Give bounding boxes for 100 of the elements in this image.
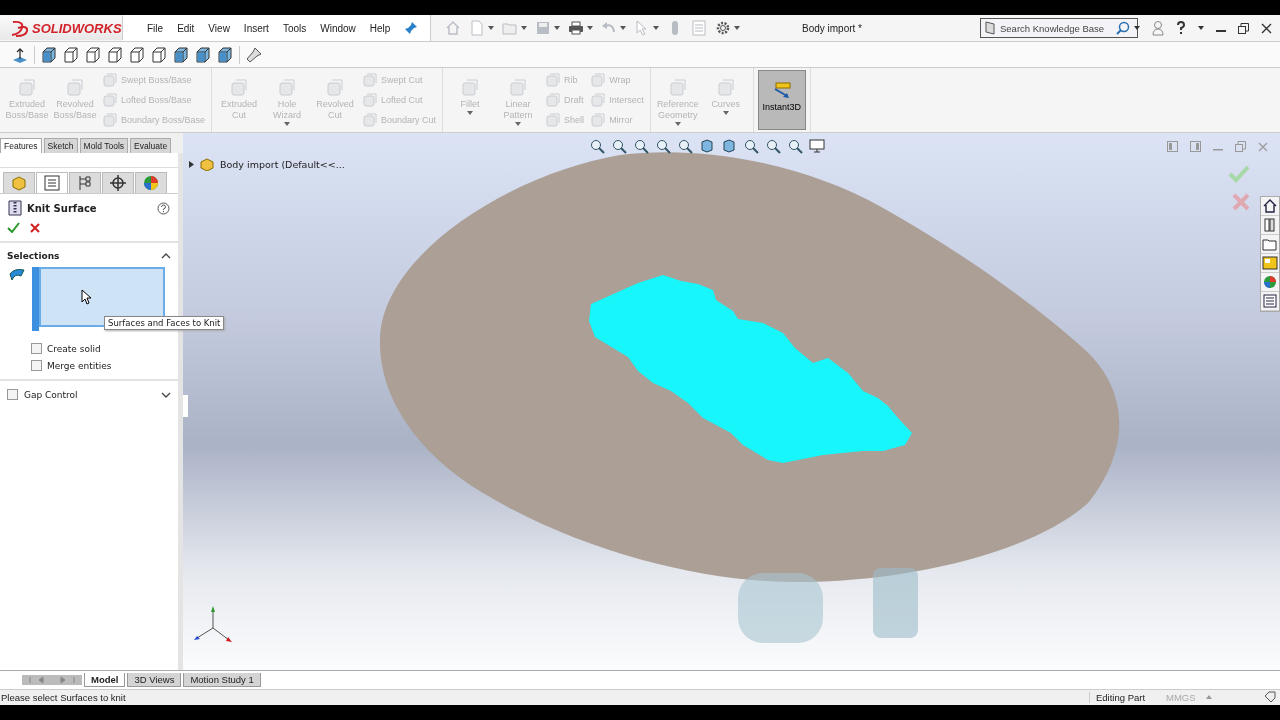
caret-icon[interactable] [1198, 26, 1204, 30]
ribbon-button[interactable]: Instant3D [757, 70, 806, 130]
feature-icon [17, 78, 37, 98]
feature-icon [715, 78, 736, 98]
checkbox[interactable] [7, 389, 18, 400]
menu-item[interactable]: Edit [177, 22, 195, 34]
feature-icon [590, 112, 607, 128]
section-title: Gap Control [24, 389, 79, 400]
user-icon[interactable] [1152, 20, 1164, 36]
print-icon[interactable] [568, 20, 585, 36]
home-icon [1262, 198, 1278, 214]
panel-tab[interactable] [69, 172, 101, 193]
flashlight-icon[interactable] [246, 46, 262, 63]
menu-item[interactable]: Help [369, 22, 391, 34]
crosshair-icon [109, 174, 127, 192]
cube-icon[interactable] [41, 46, 57, 63]
cube-icon[interactable] [151, 46, 167, 63]
window-title: Body import * [801, 22, 862, 34]
status-mode: Editing Part [1089, 691, 1162, 703]
menu-item[interactable]: Insert [243, 22, 269, 34]
feature-icon [362, 72, 379, 88]
feature-icon [545, 72, 562, 88]
feature-icon [362, 112, 379, 128]
help-icon[interactable] [157, 201, 170, 215]
caret-icon[interactable] [488, 26, 495, 30]
collapse-icon[interactable] [161, 253, 171, 259]
caret-icon[interactable] [587, 26, 594, 30]
feature-icon [590, 72, 607, 88]
caret-icon[interactable] [620, 26, 627, 30]
tag-icon[interactable] [1264, 691, 1276, 703]
caret-icon[interactable] [1134, 26, 1140, 30]
checkbox[interactable] [31, 343, 42, 354]
feature-icon [102, 92, 118, 108]
feature-icon [229, 78, 250, 98]
tile-left-icon[interactable] [1167, 141, 1178, 152]
help-icon[interactable] [1176, 21, 1186, 35]
caret-icon[interactable] [734, 26, 741, 30]
surface-icon [9, 267, 25, 281]
task-pane-tab[interactable] [1261, 197, 1279, 216]
close-icon[interactable] [1261, 22, 1272, 34]
units-label[interactable]: MMGS [1162, 691, 1206, 703]
tab[interactable]: 3D Views [127, 673, 182, 687]
selection-list[interactable] [39, 267, 165, 327]
gear-icon[interactable] [715, 20, 732, 36]
checkbox[interactable] [31, 360, 42, 371]
zoom-fit-icon[interactable] [589, 138, 605, 154]
cancel-icon[interactable] [30, 222, 40, 233]
feature-icon [508, 78, 529, 98]
caret-icon[interactable] [554, 26, 561, 30]
cube-icon[interactable] [85, 46, 101, 63]
section-title: Selections [7, 251, 60, 261]
tab[interactable]: Sketch [43, 138, 78, 153]
cube-icon[interactable] [195, 46, 211, 63]
feature-icon [277, 78, 298, 98]
panel-tab[interactable] [102, 172, 134, 193]
tab[interactable]: Model [84, 673, 126, 687]
property-list-icon [43, 174, 61, 192]
ok-icon[interactable] [7, 222, 20, 233]
menu-item[interactable]: View [208, 22, 230, 34]
ds-logo-icon [10, 19, 30, 37]
tree-item[interactable]: Body import (Default<<... [220, 158, 345, 170]
search-field[interactable]: Search Knowledge Base [980, 18, 1138, 38]
search-input[interactable]: Search Knowledge Base [1000, 22, 1112, 34]
search-icon[interactable] [1116, 21, 1130, 35]
cube-icon[interactable] [173, 46, 189, 63]
pin-icon[interactable] [404, 21, 419, 35]
menu-item[interactable]: File [147, 22, 164, 34]
appearance-icon [142, 174, 160, 192]
tab[interactable]: Features [0, 138, 42, 153]
checkbox-label: Create solid [47, 343, 101, 354]
caret-icon[interactable] [521, 26, 528, 30]
feature-icon [460, 78, 481, 98]
panel-title: Knit Surface [27, 202, 98, 214]
feature-icon [325, 78, 346, 98]
appearance-icon [1262, 274, 1278, 290]
configuration-icon [76, 174, 94, 192]
feature-icon [590, 92, 607, 108]
cube-icon[interactable] [129, 46, 145, 63]
tab[interactable]: Evaluate [130, 138, 172, 153]
plane-icon[interactable] [12, 46, 28, 63]
tile-right-icon[interactable] [1190, 141, 1201, 152]
expand-arrow-icon[interactable] [189, 160, 194, 168]
menu-item[interactable]: Tools [282, 22, 307, 34]
monitor-icon[interactable] [809, 138, 825, 154]
expand-icon[interactable] [161, 391, 171, 398]
feature-icon [545, 112, 562, 128]
part-icon [199, 157, 215, 171]
book-icon [984, 21, 996, 35]
tab[interactable]: Mold Tools [79, 138, 129, 153]
menu-item[interactable]: Window [320, 22, 356, 34]
task-pane-tab[interactable] [1261, 216, 1279, 235]
cube-icon[interactable] [217, 46, 233, 63]
caret-icon[interactable] [653, 26, 660, 30]
feature-icon [545, 92, 562, 108]
restore-icon[interactable] [1238, 22, 1249, 34]
selection-marker [32, 267, 39, 331]
feature-icon [102, 72, 118, 88]
cube-icon[interactable] [63, 46, 79, 63]
cube-icon[interactable] [107, 46, 123, 63]
tab[interactable]: Motion Study 1 [183, 673, 261, 687]
